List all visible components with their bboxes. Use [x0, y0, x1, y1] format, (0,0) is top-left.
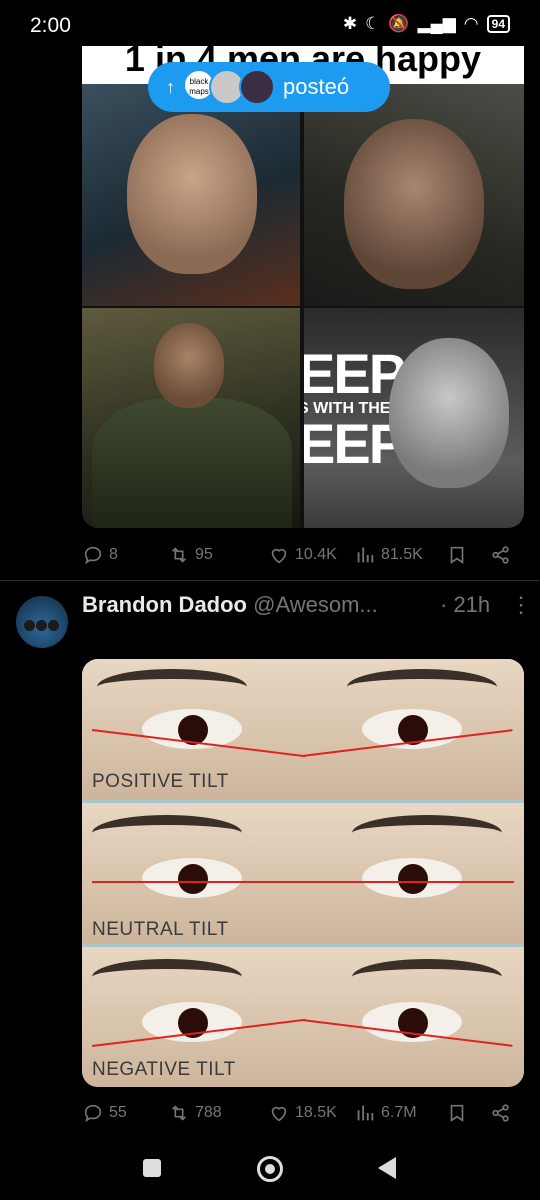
reply-button[interactable]: 55 [82, 1102, 127, 1124]
status-bar: 2:00 ✱ ☾ 🔕 ▂▄▆ ◠ 94 [0, 0, 540, 48]
tweet2-header: Brandon Dadoo @Awesom... · 21h ⋮ [82, 592, 532, 622]
tweet1-image[interactable]: 1 in 4 men are happy EEP S WITH THE EEP [82, 46, 524, 528]
repost-icon [171, 1105, 187, 1121]
repost-button[interactable]: 788 [168, 1102, 222, 1124]
reply-count: 8 [109, 546, 118, 563]
recents-button[interactable] [143, 1159, 161, 1177]
reply-icon [84, 1104, 102, 1123]
heart-icon [271, 1106, 287, 1122]
like-count: 18.5K [295, 1104, 337, 1121]
repost-icon [171, 547, 187, 563]
author-name[interactable]: Brandon Dadoo [82, 592, 247, 617]
view-count: 81.5K [381, 546, 423, 563]
repost-count: 788 [195, 1104, 222, 1121]
share-icon [492, 546, 509, 564]
tweet-time[interactable]: · 21h [440, 592, 490, 618]
meme-panel-2 [304, 84, 524, 306]
battery-icon: 94 [486, 15, 510, 33]
views-icon [357, 547, 374, 563]
author-handle[interactable]: @Awesom... [253, 592, 378, 617]
tilt-label: NEUTRAL TILT [92, 919, 229, 940]
tweet2-actions: 55 788 18.5K 6.7M [82, 1098, 522, 1128]
views-button[interactable]: 6.7M [354, 1102, 417, 1124]
pill-avatars: black maps [183, 69, 275, 105]
reply-button[interactable]: 8 [82, 544, 118, 566]
share-button[interactable] [490, 544, 512, 566]
mute-icon: 🔕 [388, 14, 410, 33]
bookmark-icon [450, 1104, 464, 1122]
dnd-moon-icon: ☾ [365, 14, 381, 33]
like-button[interactable]: 10.4K [268, 544, 337, 566]
avatar[interactable] [16, 596, 68, 648]
share-button[interactable] [490, 1102, 512, 1124]
bookmark-icon [450, 546, 464, 564]
pill-label: posteó [283, 74, 350, 99]
meme-panel-4: EEP S WITH THE EEP [304, 308, 524, 528]
signal-icon: ▂▄▆ [417, 14, 456, 33]
tweet1-actions: 8 95 10.4K 81.5K [82, 540, 522, 570]
tweet2-image[interactable]: POSITIVE TILT NEUTRAL TILT NEGATIVE TILT [82, 659, 524, 1087]
back-button[interactable] [378, 1157, 396, 1179]
repost-button[interactable]: 95 [168, 544, 213, 566]
view-count: 6.7M [381, 1104, 417, 1121]
reply-count: 55 [109, 1104, 127, 1121]
status-icons: ✱ ☾ 🔕 ▂▄▆ ◠ 94 [343, 14, 510, 34]
status-time: 2:00 [30, 14, 71, 37]
eye-panel-neutral: NEUTRAL TILT [82, 803, 524, 943]
eye-panel-positive: POSITIVE TILT [82, 659, 524, 799]
more-options-icon[interactable]: ⋮ [510, 592, 532, 618]
reply-icon [84, 546, 102, 565]
repost-count: 95 [195, 546, 213, 563]
like-button[interactable]: 18.5K [268, 1102, 337, 1124]
arrow-up-icon: ↑ [166, 76, 175, 97]
bluetooth-icon: ✱ [342, 14, 358, 33]
new-posts-pill[interactable]: ↑ black maps posteó [148, 62, 390, 112]
views-icon [357, 1105, 374, 1121]
meme-panel-3 [82, 308, 300, 528]
system-nav-bar [0, 1140, 540, 1200]
like-count: 10.4K [295, 546, 337, 563]
tilt-label: POSITIVE TILT [92, 771, 229, 792]
tilt-label: NEGATIVE TILT [92, 1059, 236, 1080]
share-icon [492, 1104, 509, 1122]
meme-panel-1 [82, 84, 300, 306]
avatar [239, 69, 275, 105]
eye-panel-negative: NEGATIVE TILT [82, 947, 524, 1087]
views-button[interactable]: 81.5K [354, 544, 423, 566]
wifi-icon: ◠ [463, 14, 479, 33]
tweet-divider [0, 580, 540, 581]
bookmark-button[interactable] [446, 544, 468, 566]
heart-icon [271, 548, 287, 564]
bookmark-button[interactable] [446, 1102, 468, 1124]
home-button[interactable] [257, 1156, 283, 1182]
